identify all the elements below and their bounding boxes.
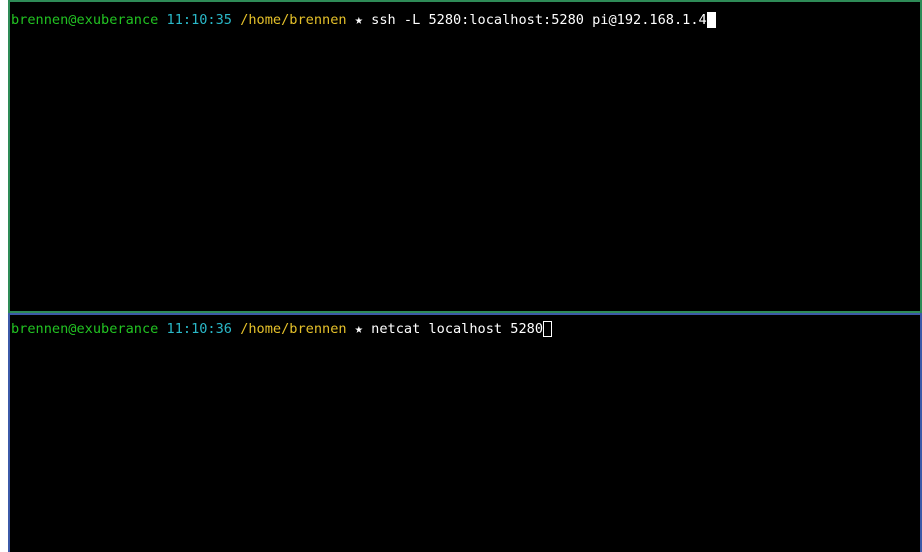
prompt-star-icon: ★ <box>354 12 363 28</box>
prompt-line: brennen@exuberance 11:10:36 /home/brenne… <box>11 321 553 337</box>
terminal-pane-top[interactable]: brennen@exuberance 11:10:35 /home/brenne… <box>8 0 922 313</box>
hollow-cursor <box>543 321 553 337</box>
command-text: ssh -L 5280:localhost:5280 pi@192.168.1.… <box>371 12 707 28</box>
prompt-user-host: brennen@exuberance <box>11 321 159 337</box>
block-cursor <box>706 12 716 28</box>
prompt-time: 11:10:35 <box>166 12 232 28</box>
prompt-user-host: brennen@exuberance <box>11 12 159 28</box>
prompt-line: brennen@exuberance 11:10:35 /home/brenne… <box>11 12 716 28</box>
terminal-pane-bottom[interactable]: brennen@exuberance 11:10:36 /home/brenne… <box>8 313 922 552</box>
prompt-time: 11:10:36 <box>166 321 232 337</box>
command-text: netcat localhost 5280 <box>371 321 544 337</box>
prompt-star-icon: ★ <box>354 321 363 337</box>
prompt-path: /home/brennen <box>240 321 347 337</box>
prompt-path: /home/brennen <box>240 12 347 28</box>
